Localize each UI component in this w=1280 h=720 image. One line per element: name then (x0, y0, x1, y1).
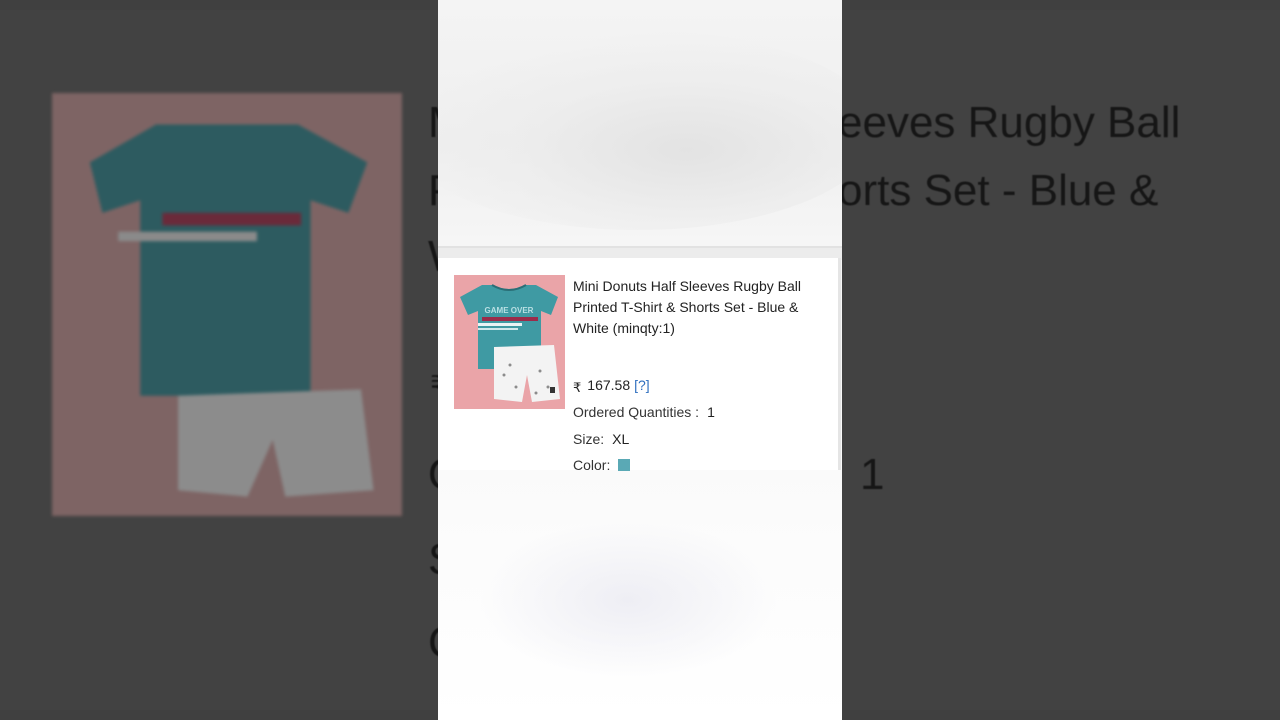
phone-screen: GAME OVER Mini Donuts Half Sleeves Rugby… (438, 0, 842, 720)
ordered-quantities-row: Ordered Quantities : 1 (573, 404, 715, 420)
order-item-card[interactable]: GAME OVER Mini Donuts Half Sleeves Rugby… (438, 258, 841, 473)
size-label: Size: (573, 431, 605, 447)
background-product-image (52, 93, 402, 516)
color-row: Color: (573, 457, 631, 473)
price-value: 167.58 (587, 377, 631, 393)
product-info: Mini Donuts Half Sleeves Rugby Ball Prin… (573, 276, 833, 473)
ordered-quantities-label: Ordered Quantities : (573, 404, 700, 420)
bg-label-3: 1 (860, 450, 885, 499)
background-shirt-icon (52, 93, 402, 516)
product-title[interactable]: Mini Donuts Half Sleeves Rugby Ball Prin… (573, 276, 833, 339)
tshirt-shorts-icon: GAME OVER (454, 275, 565, 409)
price-help-link[interactable]: [?] (634, 377, 650, 393)
svg-text:GAME OVER: GAME OVER (485, 306, 534, 315)
rupee-icon: ₹ (573, 380, 582, 395)
color-label: Color: (573, 457, 611, 473)
product-image[interactable]: GAME OVER (454, 275, 565, 409)
size-row: Size: XL (573, 431, 629, 447)
color-swatch (618, 459, 631, 471)
blurred-region-bottom (478, 520, 778, 680)
blurred-region-top (438, 30, 842, 230)
ordered-quantities-value: 1 (707, 404, 715, 420)
size-value: XL (612, 431, 630, 447)
bg-fragment-4: orts Set - Blue & (838, 166, 1159, 215)
price-row: ₹167.58 [?] (573, 377, 650, 395)
bg-fragment-2: eeves Rugby Ball (838, 98, 1181, 147)
